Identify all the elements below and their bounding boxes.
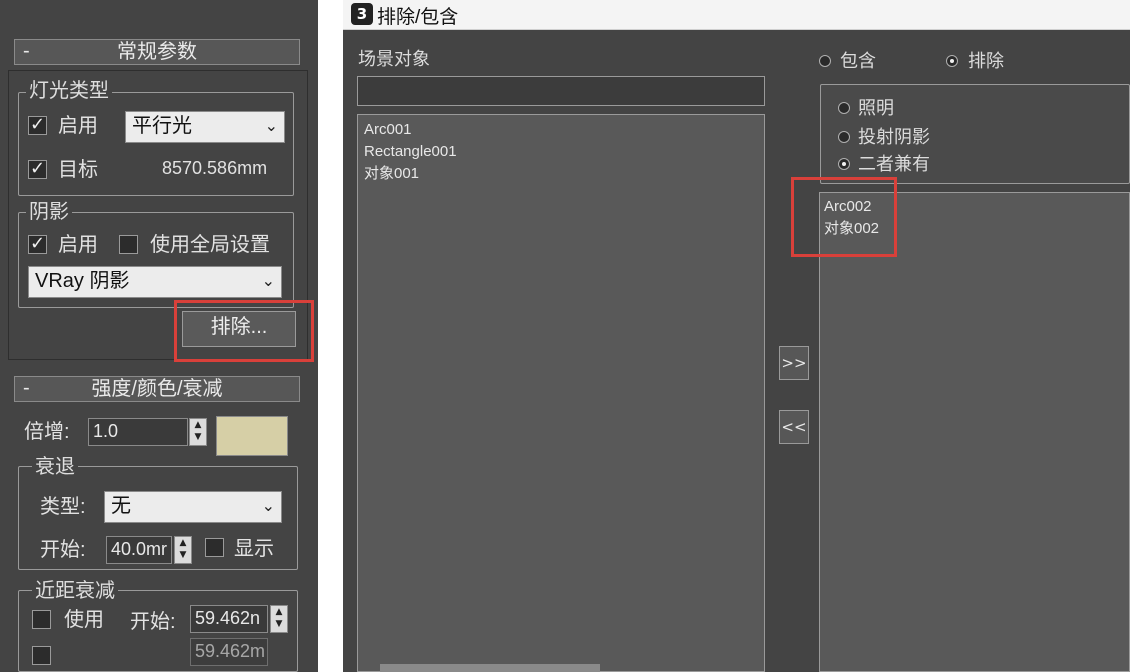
scene-objects-filter-input[interactable]: [357, 76, 765, 106]
highlight-box: [174, 300, 314, 362]
exclude-radio[interactable]: [946, 55, 958, 67]
spinner-up-icon: ▲: [275, 607, 283, 617]
near-atten-use-checkbox[interactable]: [32, 610, 51, 629]
rollout-title: 常规参数: [117, 41, 197, 63]
include-radio[interactable]: [819, 55, 831, 67]
near-atten-group-label: 近距衰减: [32, 580, 118, 602]
spinner-down-icon: ▼: [179, 550, 187, 560]
chevron-down-icon: ⌄: [261, 496, 275, 515]
decay-type-value: 无: [111, 495, 131, 517]
near-atten-start-spinner[interactable]: ▲ ▼: [270, 605, 288, 633]
scene-objects-label: 场景对象: [358, 49, 430, 69]
exclude-label: 排除: [968, 51, 1004, 71]
illumination-radio[interactable]: [838, 102, 850, 114]
shadow-type-value: VRay 阴影: [35, 270, 130, 292]
decay-group-label: 衰退: [32, 456, 78, 478]
list-item[interactable]: Arc001: [360, 119, 457, 141]
illumination-label: 照明: [858, 98, 894, 118]
light-type-value: 平行光: [132, 115, 192, 137]
shadow-group-label: 阴影: [26, 201, 72, 223]
decay-show-checkbox[interactable]: [205, 538, 224, 557]
list-item[interactable]: Rectangle001: [360, 141, 457, 163]
shadow-enable-checkbox[interactable]: [28, 233, 47, 254]
dialog-title: 排除/包含: [377, 7, 459, 28]
multiplier-spinner[interactable]: ▲ ▼: [189, 418, 207, 446]
multiplier-label: 倍增:: [24, 421, 70, 443]
dialog-titlebar[interactable]: 排除/包含: [343, 0, 1130, 30]
chevron-down-icon: ⌄: [264, 116, 278, 135]
both-radio[interactable]: [838, 158, 850, 170]
near-atten-use-label: 使用: [64, 609, 104, 631]
shadow-casting-radio[interactable]: [838, 131, 850, 143]
move-left-button[interactable]: <<: [779, 410, 809, 444]
spinner-down-icon: ▼: [275, 619, 283, 629]
target-checkbox[interactable]: [28, 158, 47, 179]
spinner-up-icon: ▲: [179, 538, 187, 548]
multiplier-input[interactable]: 1.0: [88, 418, 188, 446]
decay-start-spinner[interactable]: ▲ ▼: [174, 536, 192, 564]
list-item[interactable]: 对象001: [360, 163, 457, 185]
highlight-box: [791, 177, 897, 257]
spinner-up-icon: ▲: [194, 420, 202, 430]
chevron-down-icon: ⌄: [261, 271, 275, 290]
decay-type-label: 类型:: [40, 496, 86, 518]
shadow-enable-label: 启用: [58, 234, 98, 256]
spinner-down-icon: ▼: [194, 432, 202, 442]
decay-start-input[interactable]: 40.0mr: [106, 536, 172, 564]
color-swatch[interactable]: [216, 416, 288, 456]
use-global-checkbox[interactable]: [119, 235, 138, 254]
light-enable-checkbox[interactable]: [28, 114, 47, 135]
move-right-button[interactable]: >>: [779, 346, 809, 380]
near-atten-start-input[interactable]: 59.462n: [190, 605, 268, 633]
intensity-rollout-header[interactable]: - 强度/颜色/衰减: [14, 376, 300, 402]
use-global-label: 使用全局设置: [150, 234, 270, 256]
include-label: 包含: [840, 51, 876, 71]
both-label: 二者兼有: [858, 154, 930, 174]
decay-type-dropdown[interactable]: 无 ⌄: [104, 491, 282, 523]
decay-start-label: 开始:: [40, 539, 86, 561]
general-params-rollout-header[interactable]: - 常规参数: [14, 39, 300, 65]
excluded-objects-list[interactable]: Arc002 对象002: [819, 192, 1130, 672]
light-type-group-label: 灯光类型: [26, 80, 112, 102]
shadow-casting-label: 投射阴影: [858, 127, 930, 147]
scene-objects-items: Arc001 Rectangle001 对象001: [360, 119, 457, 185]
scene-objects-list[interactable]: Arc001 Rectangle001 对象001: [357, 114, 765, 672]
shadow-type-dropdown[interactable]: VRay 阴影 ⌄: [28, 266, 282, 298]
background-strip: [318, 0, 343, 672]
light-enable-label: 启用: [58, 115, 98, 137]
decay-show-label: 显示: [234, 538, 274, 560]
near-atten-start-label: 开始:: [130, 611, 176, 633]
horizontal-scrollbar[interactable]: [380, 664, 600, 672]
near-atten-end-checkbox[interactable]: [32, 646, 51, 665]
rollout-title: 强度/颜色/衰减: [91, 378, 223, 400]
near-atten-end-input[interactable]: 59.462m: [190, 638, 268, 666]
target-distance: 8570.586mm: [162, 158, 268, 178]
app-logo-icon: 3: [351, 3, 373, 25]
light-type-dropdown[interactable]: 平行光 ⌄: [125, 111, 285, 143]
target-label: 目标: [58, 159, 98, 181]
